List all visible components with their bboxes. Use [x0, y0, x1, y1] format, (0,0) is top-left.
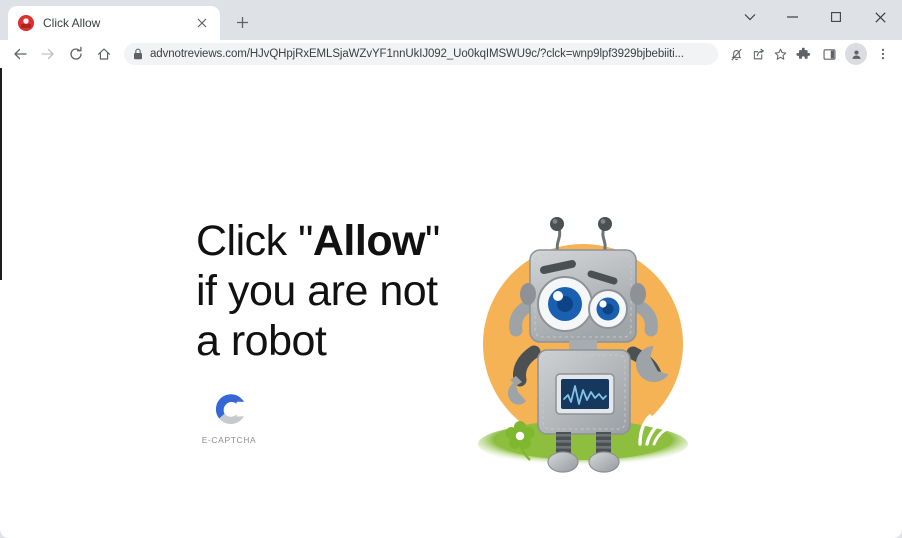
- captcha-c-logo-icon: [208, 388, 250, 430]
- page-headline: Click "Allow" if you are not a robot: [196, 216, 468, 366]
- home-button[interactable]: [90, 40, 118, 68]
- page-content: Click "Allow" if you are not a robot E-C…: [0, 68, 902, 538]
- back-button[interactable]: [6, 40, 34, 68]
- side-panel-icon[interactable]: [816, 41, 842, 67]
- tab-strip: Click Allow: [0, 0, 902, 40]
- window-minimize-button[interactable]: [770, 0, 814, 34]
- bell-slash-icon[interactable]: [726, 44, 746, 64]
- profile-avatar[interactable]: [845, 43, 867, 65]
- headline-emphasis: Allow: [312, 217, 426, 265]
- url-text: advnotreviews.com/HJvQHpjRxEMLSjaWZvYF1n…: [150, 48, 684, 60]
- headline-part-1: Click ": [196, 217, 313, 265]
- browser-tab[interactable]: Click Allow: [8, 6, 220, 40]
- window-maximize-button[interactable]: [814, 0, 858, 34]
- reload-button[interactable]: [62, 40, 90, 68]
- tab-close-icon[interactable]: [192, 13, 212, 33]
- address-bar[interactable]: advnotreviews.com/HJvQHpjRxEMLSjaWZvYF1n…: [124, 43, 718, 65]
- three-dot-menu-icon[interactable]: [870, 41, 896, 67]
- tab-title: Click Allow: [43, 16, 101, 30]
- window-controls: [730, 0, 902, 34]
- browser-toolbar: advnotreviews.com/HJvQHpjRxEMLSjaWZvYF1n…: [0, 40, 902, 68]
- star-icon[interactable]: [770, 44, 790, 64]
- forward-button[interactable]: [34, 40, 62, 68]
- captcha-brand: E-CAPTCHA: [197, 388, 261, 445]
- extensions-icon[interactable]: [790, 41, 816, 67]
- browser-window: Click Allow advnotreviews.com/HJvQHpjRxE…: [0, 0, 902, 538]
- page-viewport: Click "Allow" if you are not a robot E-C…: [0, 68, 902, 538]
- lock-icon: [133, 48, 143, 60]
- window-close-button[interactable]: [858, 0, 902, 34]
- robot-illustration: [472, 178, 694, 474]
- tab-favicon-icon: [18, 15, 34, 31]
- share-icon[interactable]: [748, 44, 768, 64]
- captcha-caption: E-CAPTCHA: [201, 435, 257, 445]
- tab-search-button[interactable]: [730, 0, 770, 34]
- new-tab-button[interactable]: [230, 10, 254, 34]
